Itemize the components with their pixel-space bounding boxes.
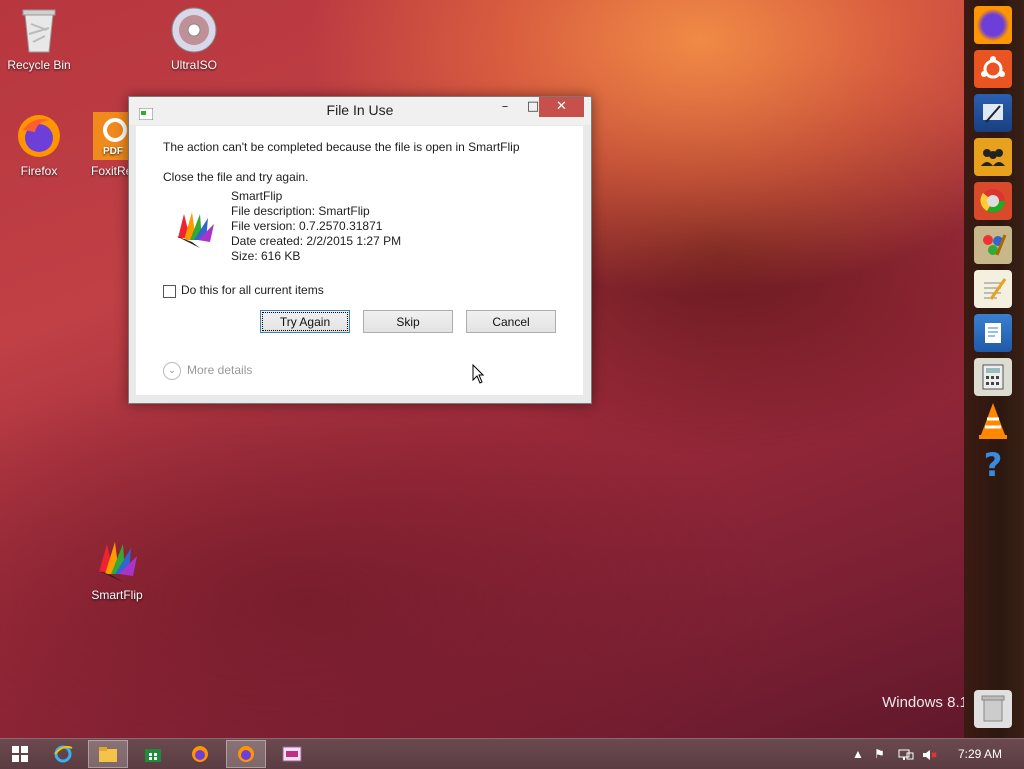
file-info: SmartFlip File description: SmartFlip Fi… (231, 189, 401, 264)
firefox-active-icon (238, 746, 254, 762)
close-button[interactable]: ✕ (539, 97, 584, 117)
firefox-icon[interactable] (974, 6, 1012, 44)
clock[interactable]: 7:29 AM (958, 739, 1002, 769)
more-details-toggle[interactable]: ⌄ More details (163, 362, 252, 380)
file-size: Size: 616 KB (231, 249, 301, 263)
cancel-button[interactable]: Cancel (466, 310, 556, 333)
taskbar-firefox[interactable] (180, 740, 220, 768)
dialog-title-bar[interactable]: File In Use – □ ✕ (129, 97, 591, 125)
desktop-icon-label: SmartFlip (91, 588, 143, 602)
windows-start-icon (12, 746, 28, 762)
more-details-label: More details (187, 363, 253, 378)
vlc-icon[interactable] (974, 402, 1012, 440)
chevron-down-icon: ⌄ (163, 362, 181, 380)
file-name: SmartFlip (231, 189, 283, 203)
dialog-instruction: Close the file and try again. (163, 170, 309, 184)
draw-icon[interactable] (974, 94, 1012, 132)
taskbar-ie[interactable] (43, 740, 83, 768)
mouse-cursor-icon (472, 363, 485, 388)
store-icon (145, 749, 161, 762)
file-version: File version: 0.7.2570.31871 (231, 219, 383, 233)
show-hidden-icons[interactable]: ▲ (852, 739, 864, 769)
file-explorer-icon (99, 747, 117, 762)
taskbar: ▲ ⚑ 7:29 AM (0, 738, 1024, 769)
dialog-body: The action can't be completed because th… (136, 126, 583, 395)
network-icon[interactable] (898, 739, 914, 769)
svg-text:PDF: PDF (103, 146, 123, 157)
writer-icon[interactable] (974, 314, 1012, 352)
dialog-message: The action can't be completed because th… (163, 140, 520, 154)
ubuntu-icon[interactable] (974, 50, 1012, 88)
disc-icon (170, 6, 218, 54)
trash-icon[interactable] (974, 690, 1012, 728)
desktop-icon-label: Recycle Bin (7, 58, 71, 72)
taskbar-app[interactable] (272, 740, 312, 768)
desktop-icon-smartflip[interactable]: SmartFlip (72, 536, 162, 602)
notepad-icon[interactable] (974, 270, 1012, 308)
start-button[interactable] (0, 740, 40, 768)
desktop-icon-recycle-bin[interactable]: Recycle Bin (0, 6, 84, 72)
taskbar-file-explorer[interactable] (88, 740, 128, 768)
help-icon[interactable]: ? (974, 446, 1012, 484)
taskbar-firefox-active[interactable] (226, 740, 266, 768)
people-icon[interactable] (974, 138, 1012, 176)
firefox-icon (15, 112, 63, 160)
app-icon (282, 746, 302, 762)
calculator-icon[interactable] (974, 358, 1012, 396)
firefox-icon (192, 746, 208, 762)
taskbar-store[interactable] (133, 740, 173, 768)
ie-icon (54, 745, 73, 763)
minimize-button[interactable]: – (491, 97, 519, 117)
volume-muted-icon[interactable] (922, 739, 938, 769)
skip-button[interactable]: Skip (363, 310, 453, 333)
side-dock: ? (964, 0, 1024, 738)
desktop-icon-ultraiso[interactable]: UltraISO (149, 6, 239, 72)
file-date-created: Date created: 2/2/2015 1:27 PM (231, 234, 402, 248)
do-for-all-checkbox[interactable] (163, 285, 176, 298)
file-in-use-dialog: File In Use – □ ✕ The action can't be co… (128, 96, 592, 404)
try-again-button[interactable]: Try Again (260, 310, 350, 333)
paint-icon[interactable] (974, 226, 1012, 264)
smartflip-icon (93, 536, 141, 584)
smartflip-file-icon (174, 208, 218, 248)
desktop-icon-label: UltraISO (170, 58, 217, 72)
action-center-flag-icon[interactable]: ⚑ (874, 739, 885, 769)
chrome-icon[interactable] (974, 182, 1012, 220)
recycle-bin-icon (15, 6, 63, 54)
file-description: File description: SmartFlip (231, 204, 370, 218)
do-for-all-label[interactable]: Do this for all current items (181, 283, 324, 297)
